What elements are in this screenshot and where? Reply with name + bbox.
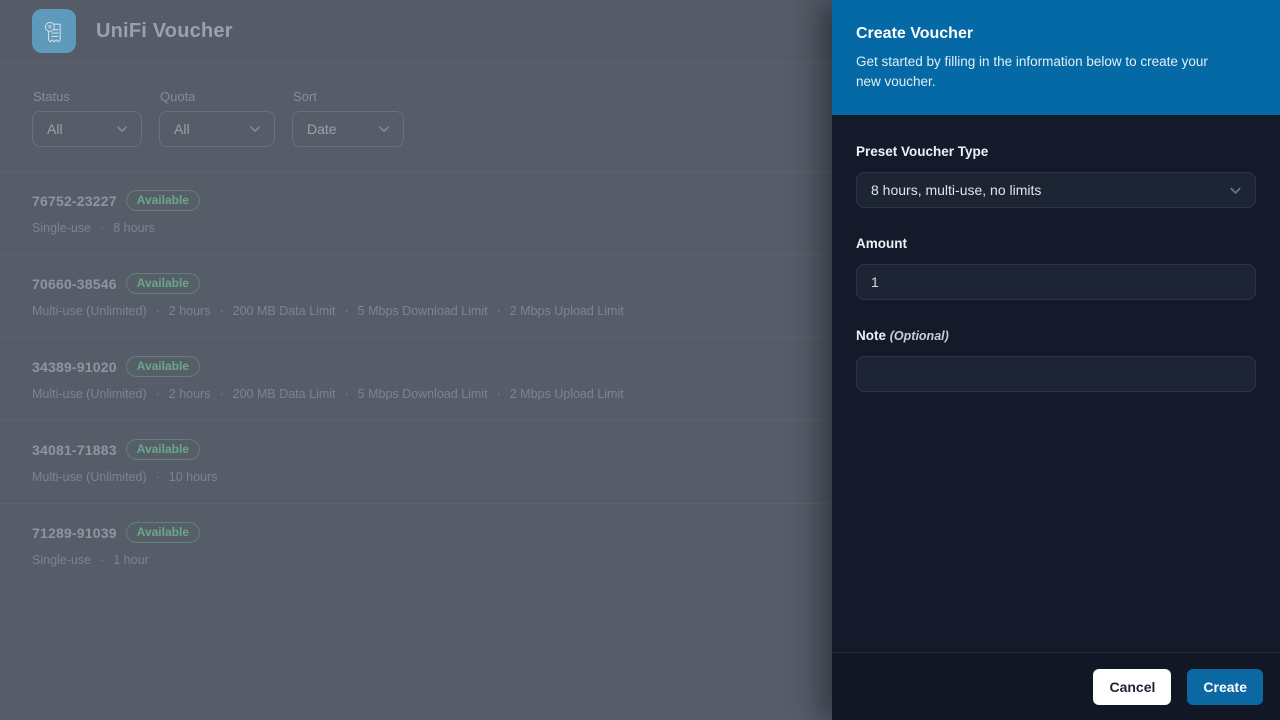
drawer-title: Create Voucher bbox=[856, 25, 1228, 43]
drawer-backdrop[interactable] bbox=[0, 0, 832, 720]
create-button[interactable]: Create bbox=[1187, 669, 1263, 705]
voucher-app: UniFi Voucher Status All Quota All Sort … bbox=[0, 0, 832, 720]
drawer-footer: Cancel Create bbox=[832, 652, 1280, 720]
preset-field: Preset Voucher Type 8 hours, multi-use, … bbox=[856, 144, 1256, 208]
drawer-subtitle: Get started by filling in the informatio… bbox=[856, 52, 1228, 92]
drawer-header: Create Voucher Get started by filling in… bbox=[832, 0, 1280, 115]
note-label: Note (Optional) bbox=[856, 328, 1256, 343]
amount-field: Amount bbox=[856, 236, 1256, 300]
cancel-button[interactable]: Cancel bbox=[1093, 669, 1171, 705]
amount-input[interactable] bbox=[856, 264, 1256, 300]
chevron-down-icon bbox=[1228, 183, 1243, 198]
note-optional-text: (Optional) bbox=[890, 329, 949, 343]
preset-voucher-type-select[interactable]: 8 hours, multi-use, no limits bbox=[856, 172, 1256, 208]
screen: UniFi Voucher Status All Quota All Sort … bbox=[0, 0, 1280, 720]
note-label-text: Note bbox=[856, 328, 886, 343]
note-field: Note (Optional) bbox=[856, 328, 1256, 392]
create-voucher-drawer: Create Voucher Get started by filling in… bbox=[832, 0, 1280, 720]
preset-label: Preset Voucher Type bbox=[856, 144, 1256, 159]
preset-selected-value: 8 hours, multi-use, no limits bbox=[871, 182, 1041, 198]
note-input[interactable] bbox=[856, 356, 1256, 392]
amount-label: Amount bbox=[856, 236, 1256, 251]
drawer-body: Preset Voucher Type 8 hours, multi-use, … bbox=[832, 115, 1280, 652]
